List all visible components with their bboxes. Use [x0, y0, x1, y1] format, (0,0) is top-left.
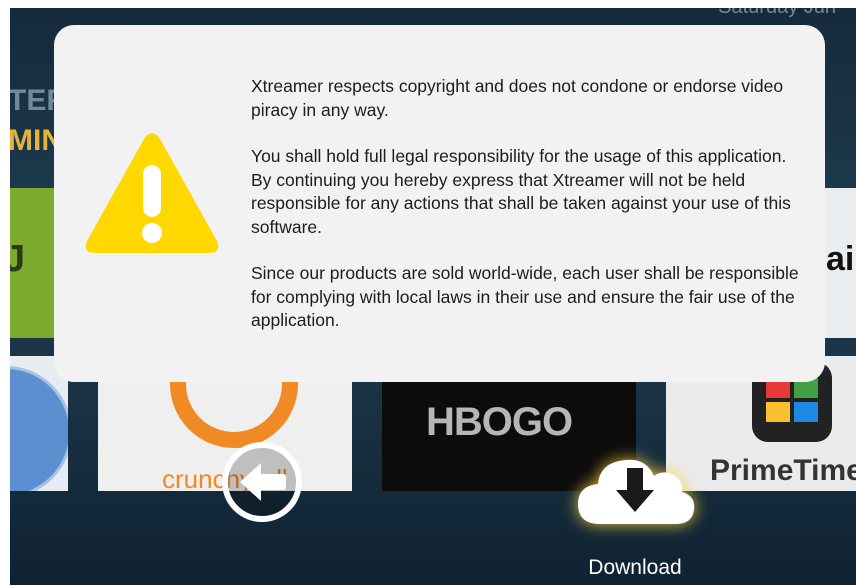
download-button[interactable]: Download: [570, 446, 700, 586]
cloud-download-icon: [578, 459, 695, 524]
disclaimer-paragraph: Xtreamer respects copyright and does not…: [251, 76, 784, 120]
arrow-left-icon: [240, 463, 286, 501]
download-label: Download: [588, 556, 682, 579]
disclaimer-paragraph: You shall hold full legal responsibility…: [251, 146, 791, 237]
disc-logo: [10, 366, 68, 491]
app-tile-right[interactable]: ail: [822, 188, 856, 338]
warning-triangle-icon: [85, 133, 219, 253]
tile-label: J: [10, 238, 26, 280]
copyright-warning-dialog: Xtreamer respects copyright and does not…: [54, 25, 825, 382]
date-text: Saturday Jun: [718, 8, 836, 19]
disclaimer-paragraph: Since our products are sold world-wide, …: [251, 263, 799, 330]
tile-label: PrimeTime: [710, 454, 856, 487]
disclaimer-text: Xtreamer respects copyright and does not…: [251, 75, 811, 356]
tile-label: HBOGO: [426, 400, 573, 444]
tile-label: ail: [826, 240, 856, 278]
back-button[interactable]: [222, 442, 302, 522]
